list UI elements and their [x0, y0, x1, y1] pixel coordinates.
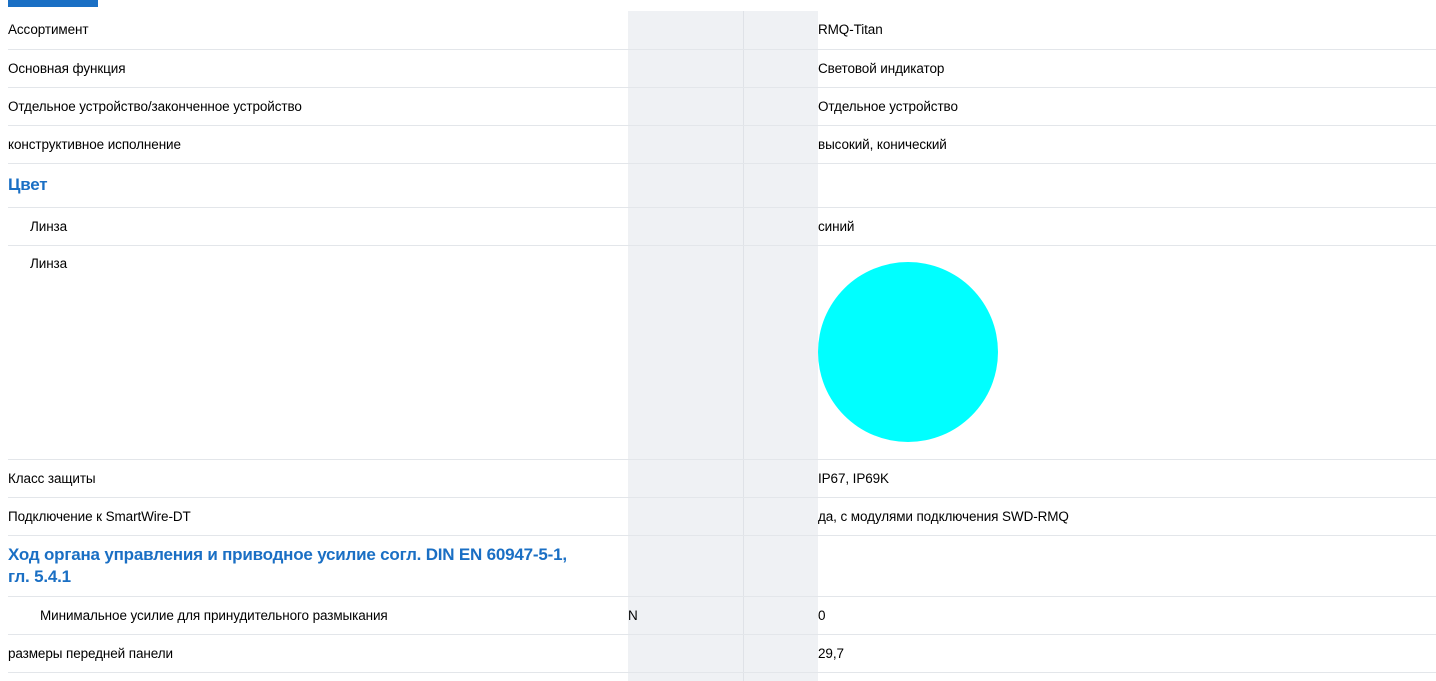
row-unit — [628, 459, 818, 498]
row-value: Отдельное устройство — [818, 87, 1436, 126]
row-value: RMQ-Titan — [818, 11, 1436, 50]
row-unit — [628, 497, 818, 536]
row-unit — [628, 634, 818, 673]
table-row: Минимальное усилие для принудительного р… — [8, 596, 1436, 635]
row-value: 29,7 — [818, 634, 1436, 673]
table-row: Подключение к SmartWire-DT да, с модулям… — [8, 497, 1436, 536]
spec-page: Ассортимент RMQ-Titan Основная функция С… — [0, 0, 1436, 681]
table-row: Линза — [8, 245, 1436, 460]
row-value: высокий, конический — [818, 125, 1436, 164]
row-unit — [628, 125, 818, 164]
row-label: Основная функция — [8, 49, 628, 88]
row-value: Световой индикатор — [818, 49, 1436, 88]
row-label: Отдельное устройство/законченное устройс… — [8, 87, 628, 126]
row-label: Подключение к SmartWire-DT — [8, 497, 628, 536]
row-unit — [628, 87, 818, 126]
row-label: Минимальное усилие для принудительного р… — [8, 596, 628, 635]
row-unit: N — [628, 596, 818, 635]
table-row: Линза синий — [8, 207, 1436, 246]
section-row: Цвет — [8, 163, 1436, 208]
row-unit — [628, 11, 818, 50]
row-value: 0 — [818, 596, 1436, 635]
table-row: размеры передней панели 29,7 — [8, 634, 1436, 673]
table-row: Класс защиты IP67, IP69K — [8, 459, 1436, 498]
row-unit — [628, 49, 818, 88]
row-unit — [628, 207, 818, 246]
table-row: конструктивное исполнение высокий, конич… — [8, 125, 1436, 164]
row-value: IP67, IP69K — [818, 459, 1436, 498]
row-label: Линза — [8, 207, 628, 246]
row-value: да, с модулями подключения SWD-RMQ — [818, 497, 1436, 536]
table-row: Отдельное устройство/законченное устройс… — [8, 87, 1436, 126]
row-label: конструктивное исполнение — [8, 125, 628, 164]
row-label: Класс защиты — [8, 459, 628, 498]
row-label: Линза — [8, 245, 628, 460]
specification-table: Ассортимент RMQ-Titan Основная функция С… — [8, 11, 1436, 673]
row-label: размеры передней панели — [8, 634, 628, 673]
lens-color-swatch — [818, 261, 998, 442]
section-header-fragment — [8, 0, 98, 7]
section-heading-color: Цвет — [8, 163, 628, 208]
section-heading-actuation: Ход органа управления и приводное усилие… — [8, 535, 628, 597]
row-label: Ассортимент — [8, 11, 628, 50]
section-row: Ход органа управления и приводное усилие… — [8, 535, 1436, 597]
table-row: Основная функция Световой индикатор — [8, 49, 1436, 88]
table-row: Ассортимент RMQ-Titan — [8, 11, 1436, 50]
row-value: синий — [818, 207, 1436, 246]
